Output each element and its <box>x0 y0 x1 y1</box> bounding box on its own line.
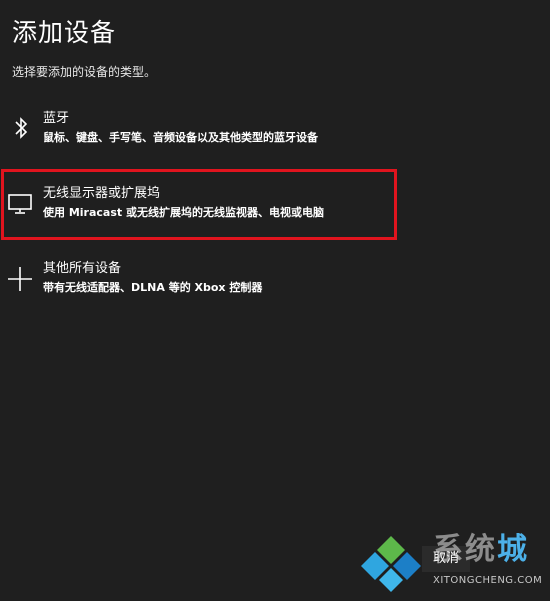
page-title: 添加设备 <box>12 18 117 47</box>
option-bluetooth-label: 蓝牙 <box>43 111 70 126</box>
selection-highlight-box <box>1 169 397 240</box>
watermark-url: XITONGCHENG.COM <box>433 575 543 586</box>
watermark-brand-accent: 城 <box>497 532 529 567</box>
watermark-brand: 系统城 <box>433 530 529 570</box>
option-everything-else-description: 带有无线适配器、DLNA 等的 Xbox 控制器 <box>43 281 263 294</box>
option-bluetooth-description: 鼠标、键盘、手写笔、音频设备以及其他类型的蓝牙设备 <box>43 131 318 144</box>
option-bluetooth[interactable]: 蓝牙 鼠标、键盘、手写笔、音频设备以及其他类型的蓝牙设备 <box>0 110 410 162</box>
page-subtitle: 选择要添加的设备的类型。 <box>12 65 157 79</box>
plus-icon <box>8 267 32 291</box>
option-everything-else[interactable]: 其他所有设备 带有无线适配器、DLNA 等的 Xbox 控制器 <box>0 260 410 312</box>
watermark: 系统城 XITONGCHENG.COM <box>355 530 547 595</box>
watermark-brand-main: 系统 <box>433 532 497 567</box>
watermark-logo-icon <box>361 536 421 592</box>
bluetooth-icon <box>15 117 28 139</box>
option-everything-else-label: 其他所有设备 <box>43 261 122 276</box>
